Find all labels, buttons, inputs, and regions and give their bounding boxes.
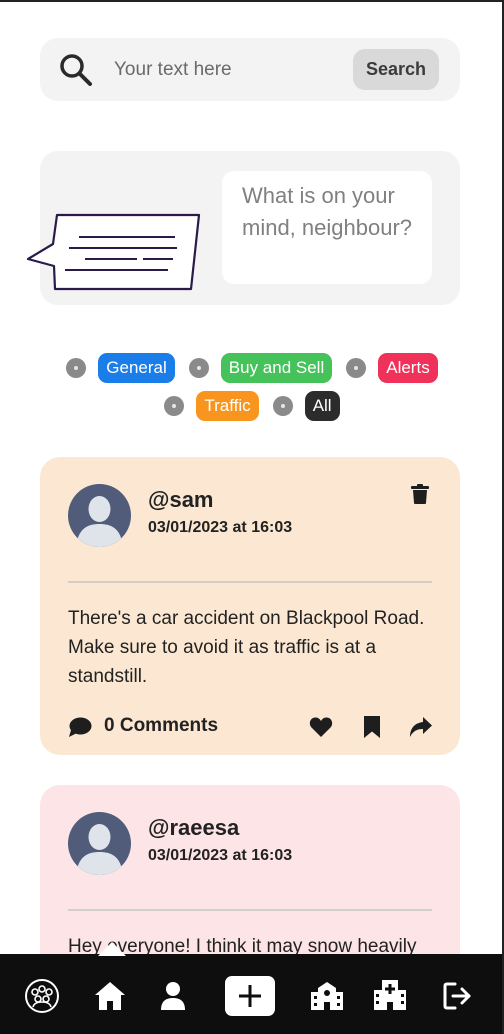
comments-count[interactable]: 0 Comments [104,714,218,738]
post-card: @sam 03/01/2023 at 16:03 There's a car a… [40,457,460,755]
hospital-icon[interactable] [372,978,408,1014]
search-input[interactable] [114,56,334,84]
filter-row: General Buy and Sell Alerts [0,352,504,384]
trash-icon[interactable] [411,484,429,504]
filter-row: Traffic All [0,390,504,422]
avatar [68,812,131,875]
add-icon[interactable] [225,976,275,1016]
filter-chip-all[interactable]: All [304,391,340,421]
bottom-nav [0,942,504,1034]
filter-radio-general[interactable] [66,358,87,378]
compose-card[interactable]: What is on your mind, neighbour? [26,151,460,305]
bookmark-icon[interactable] [360,716,384,738]
filter-radio-all[interactable] [272,396,293,416]
post-timestamp: 03/01/2023 at 16:03 [148,847,293,864]
search-button[interactable]: Search [353,49,439,90]
filter-chip-traffic[interactable]: Traffic [196,391,259,421]
post-timestamp: 03/01/2023 at 16:03 [148,519,293,536]
logout-icon[interactable] [440,978,476,1014]
filter-radio-alerts[interactable] [346,358,367,378]
post-divider [68,581,432,583]
profile-icon[interactable] [155,978,191,1014]
post-divider [68,909,432,911]
filter-radio-buy-sell[interactable] [188,358,209,378]
compose-prompt[interactable]: What is on your mind, neighbour? [222,171,432,284]
search-icon[interactable] [59,53,93,87]
post-body: There's a car accident on Blackpool Road… [68,608,425,687]
filter-radio-traffic[interactable] [164,396,185,416]
heart-icon[interactable] [309,716,333,738]
avatar [68,484,131,547]
share-icon[interactable] [409,716,433,738]
category-filters: General Buy and Sell Alerts Traffic All [0,352,504,422]
comment-icon[interactable] [68,716,92,738]
filter-chip-buy-sell[interactable]: Buy and Sell [220,353,333,383]
post-author[interactable]: @raeesa [148,815,239,841]
active-indicator [98,942,126,956]
school-icon[interactable] [309,978,345,1014]
home-icon[interactable] [92,978,128,1014]
filter-chip-general[interactable]: General [98,353,175,383]
post-actions: 0 Comments [68,714,436,740]
search-bar: Search [40,38,460,101]
filter-chip-alerts[interactable]: Alerts [378,353,438,383]
speech-bubble-icon [26,213,201,291]
post-author[interactable]: @sam [148,487,213,513]
community-icon[interactable] [24,978,60,1014]
